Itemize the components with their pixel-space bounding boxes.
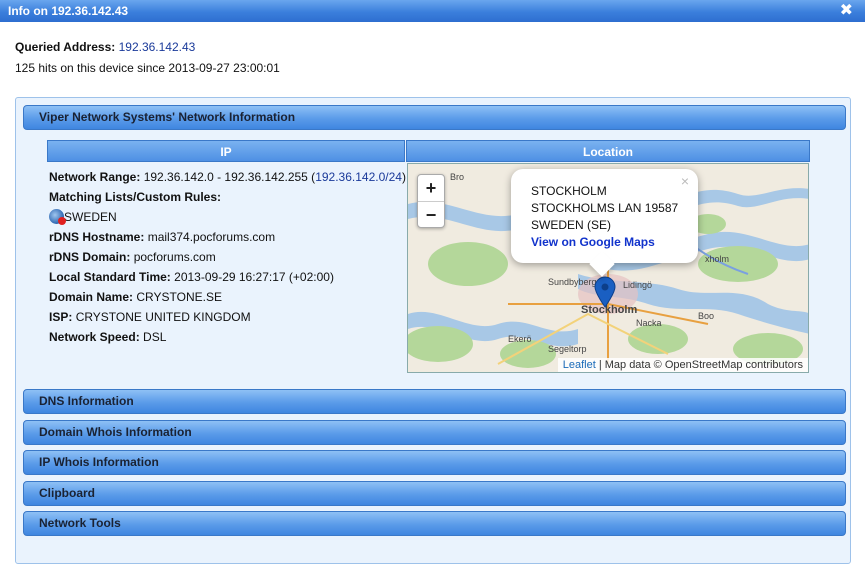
ip-info-list: Network Range: 192.36.142.0 - 192.36.142… [49, 167, 409, 347]
matching-lists-label: Matching Lists/Custom Rules: [49, 190, 222, 204]
rdns-domain-label: rDNS Domain: [49, 250, 131, 264]
queried-address: Queried Address: 192.36.142.43 [15, 40, 195, 54]
domain-name-row: Domain Name: CRYSTONE.SE [49, 287, 409, 307]
map-label-nacka: Nacka [636, 318, 662, 328]
globe-flag-icon [49, 209, 66, 225]
leaflet-link[interactable]: Leaflet [563, 359, 596, 371]
map-label-bro: Bro [450, 172, 465, 182]
section-domain-whois[interactable]: Domain Whois Information [23, 420, 846, 445]
location-map[interactable]: Bro Sundbyberg Lidingö Stockholm Nacka B… [407, 163, 809, 373]
local-time-label: Local Standard Time: [49, 270, 171, 284]
hits-text: 125 hits on this device since 2013-09-27… [15, 61, 280, 75]
column-header-ip: IP [47, 140, 405, 162]
section-ip-whois[interactable]: IP Whois Information [23, 450, 846, 475]
window-titlebar: Info on 192.36.142.43 ✖ [0, 0, 865, 22]
google-maps-link[interactable]: View on Google Maps [531, 235, 655, 249]
map-marker-icon[interactable] [594, 276, 616, 308]
popup-country: SWEDEN (SE) [531, 218, 612, 232]
attribution-text: | Map data © OpenStreetMap contributors [595, 359, 803, 371]
zoom-out-button[interactable]: − [418, 201, 444, 227]
rdns-hostname-label: rDNS Hostname: [49, 230, 145, 244]
isp-value: CRYSTONE UNITED KINGDOM [75, 310, 251, 324]
map-zoom-control: + − [417, 174, 445, 228]
viper-content: IP Location Network Range: 192.36.142.0 … [23, 131, 846, 381]
rdns-domain-value: pocforums.com [133, 250, 216, 264]
local-time-value: 2013-09-29 16:27:17 (+02:00) [174, 270, 334, 284]
map-label-sundbyberg: Sundbyberg [548, 277, 597, 287]
isp-row: ISP: CRYSTONE UNITED KINGDOM [49, 307, 409, 327]
network-speed-label: Network Speed: [49, 330, 140, 344]
country-row: SWEDEN [49, 207, 409, 227]
matching-lists-row: Matching Lists/Custom Rules: [49, 187, 409, 207]
section-network-tools[interactable]: Network Tools [23, 511, 846, 536]
section-clipboard[interactable]: Clipboard [23, 481, 846, 506]
network-range-row: Network Range: 192.36.142.0 - 192.36.142… [49, 167, 409, 187]
domain-name-label: Domain Name: [49, 290, 134, 304]
map-popup: × STOCKHOLM STOCKHOLMS LAN 19587 SWEDEN … [511, 169, 698, 277]
close-icon[interactable]: ✖ [840, 0, 853, 22]
network-range-close: ) [401, 170, 406, 184]
column-header-location: Location [406, 140, 810, 162]
rdns-hostname-value: mail374.pocforums.com [147, 230, 276, 244]
popup-close-icon[interactable]: × [681, 173, 689, 190]
network-range-label: Network Range: [49, 170, 141, 184]
popup-city: STOCKHOLM [531, 184, 607, 198]
popup-region: STOCKHOLMS LAN 19587 [531, 201, 679, 215]
network-range-link[interactable]: 192.36.142.0/24 [315, 170, 402, 184]
rdns-hostname-row: rDNS Hostname: mail374.pocforums.com [49, 227, 409, 247]
queried-address-link[interactable]: 192.36.142.43 [119, 40, 196, 54]
map-label-boo: Boo [698, 311, 715, 321]
network-speed-row: Network Speed: DSL [49, 327, 409, 347]
network-range-value: 192.36.142.0 - 192.36.142.255 ( [143, 170, 316, 184]
map-label-ekero: Ekerö [508, 334, 532, 344]
map-label-segeltorp: Segeltorp [548, 344, 587, 354]
domain-name-value: CRYSTONE.SE [136, 290, 222, 304]
map-label-lidingo: Lidingö [623, 280, 653, 290]
rdns-domain-row: rDNS Domain: pocforums.com [49, 247, 409, 267]
country-value: SWEDEN [64, 210, 117, 224]
queried-address-label: Queried Address: [15, 40, 116, 54]
section-dns-info[interactable]: DNS Information [23, 389, 846, 414]
window-title: Info on 192.36.142.43 [8, 4, 129, 18]
local-time-row: Local Standard Time: 2013-09-29 16:27:17… [49, 267, 409, 287]
isp-label: ISP: [49, 310, 73, 324]
zoom-in-button[interactable]: + [418, 175, 444, 201]
map-label-vaxholm: xholm [705, 254, 730, 264]
network-speed-value: DSL [143, 330, 167, 344]
section-viper-network-info[interactable]: Viper Network Systems' Network Informati… [23, 105, 846, 130]
map-attribution: Leaflet | Map data © OpenStreetMap contr… [557, 358, 808, 372]
info-panel: Viper Network Systems' Network Informati… [15, 97, 851, 564]
